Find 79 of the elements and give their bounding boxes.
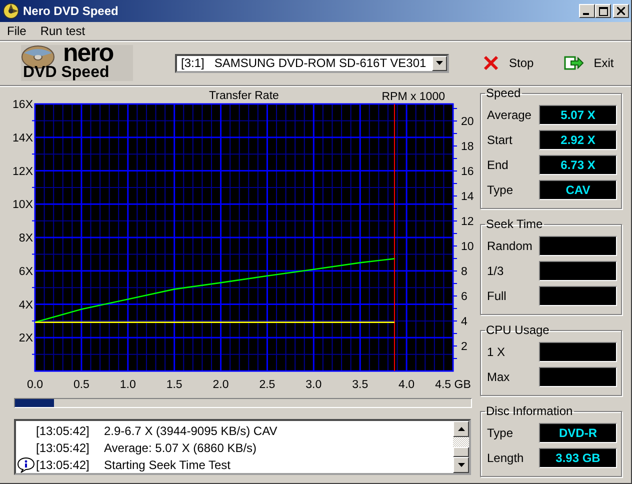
axis-label: 4X (18, 299, 33, 312)
drive-dropdown[interactable]: [3:1] SAMSUNG DVD-ROM SD-616T VE301 (175, 54, 449, 72)
field-label: Max (487, 370, 510, 384)
axis-label: 8X (18, 232, 33, 244)
menu-item[interactable]: File (6, 24, 28, 38)
group-title: Seek Time (485, 217, 544, 231)
scrollbar[interactable] (453, 421, 469, 473)
up-arrow-icon[interactable] (458, 427, 464, 431)
close-button[interactable] (613, 4, 629, 18)
field-label: 1/3 (487, 264, 504, 278)
scroll-up-button[interactable] (453, 421, 469, 437)
log-time: [13:05:42] (36, 458, 90, 472)
maximize-button[interactable] (595, 4, 611, 18)
axis-title: RPM x 1000 (382, 91, 445, 103)
field-label: Type (487, 426, 514, 440)
axis-label: 12 (461, 216, 474, 228)
axis-label: 0.0 (27, 379, 43, 391)
axis-label: 3.0 (306, 379, 322, 391)
axis-label: 14 (461, 191, 474, 203)
axis-label: 2 (461, 341, 468, 353)
log-time: [13:05:42] (36, 424, 90, 438)
value-display: 6.73 X (539, 154, 617, 174)
down-arrow-icon[interactable] (458, 463, 464, 467)
field-label: 1 X (487, 344, 506, 358)
axis-label: 10X (12, 199, 33, 212)
log-message: 2.9-6.7 X (3944-9095 KB/s) CAV (104, 424, 278, 438)
axis-label: 3.5 (352, 379, 368, 391)
axis-label: 10 (461, 241, 474, 253)
menu-item[interactable]: Run test (39, 24, 86, 38)
axis-label: 16 (461, 166, 474, 178)
log-time: [13:05:42] (36, 440, 90, 454)
field-label: End (487, 158, 508, 172)
value-display: 2.92 X (539, 130, 617, 150)
axis-label: 1.0 (120, 379, 136, 391)
chart-title: Transfer Rate (209, 90, 279, 102)
log-message: Starting Seek Time Test (104, 458, 231, 472)
axis-label: 20 (461, 116, 474, 128)
group-title: Disc Information (485, 404, 574, 418)
axis-label: 18 (461, 141, 474, 153)
field-label: Random (487, 238, 532, 252)
axis-label: 4.0 (398, 379, 415, 391)
axis-label: 6X (18, 266, 33, 278)
window-title: Nero DVD Speed (23, 4, 118, 18)
field-label: Start (487, 132, 512, 146)
axis-label: 16X (12, 99, 33, 111)
axis-label: 6 (461, 291, 468, 303)
field-label: Type (487, 182, 514, 196)
axis-label: 2.0 (212, 379, 229, 391)
axis-label: 14X (12, 132, 33, 144)
exit-door-icon[interactable] (564, 55, 584, 71)
group-title: CPU Usage (485, 323, 550, 337)
scroll-thumb[interactable] (453, 447, 469, 457)
axis-label: 2.5 (259, 379, 276, 391)
value-display: 5.07 X (539, 104, 617, 124)
info-icon (17, 456, 35, 472)
exit-button[interactable]: Exit (564, 55, 614, 71)
field-label: Length (487, 450, 524, 464)
field-label: Full (487, 288, 506, 302)
axis-label: 4.5 GB (435, 379, 471, 391)
group-title: Speed (485, 86, 522, 100)
disc-icon (3, 3, 19, 19)
axis-label: 0.5 (73, 379, 90, 391)
axis-label: 2X (18, 332, 33, 345)
stop-button[interactable]: Stop (483, 55, 534, 71)
log-message: Average: 5.07 X (6860 KB/s) (104, 440, 257, 454)
value-display: 3.93 GB (539, 448, 617, 468)
maximize-icon[interactable] (598, 6, 608, 16)
axis-label: 8 (461, 266, 468, 278)
value-display: CAV (539, 180, 617, 200)
minimize-button[interactable] (579, 4, 595, 18)
close-icon[interactable] (617, 7, 625, 15)
axis-label: 12X (12, 166, 33, 178)
logo-subtitle: DVD Speed (23, 64, 110, 82)
scroll-down-button[interactable] (453, 457, 469, 473)
cross-icon[interactable] (483, 55, 499, 71)
axis-label: 1.5 (166, 379, 182, 391)
axis-label: 4 (461, 316, 468, 328)
value-display: DVD-R (539, 422, 617, 442)
field-label: Average (487, 108, 532, 122)
